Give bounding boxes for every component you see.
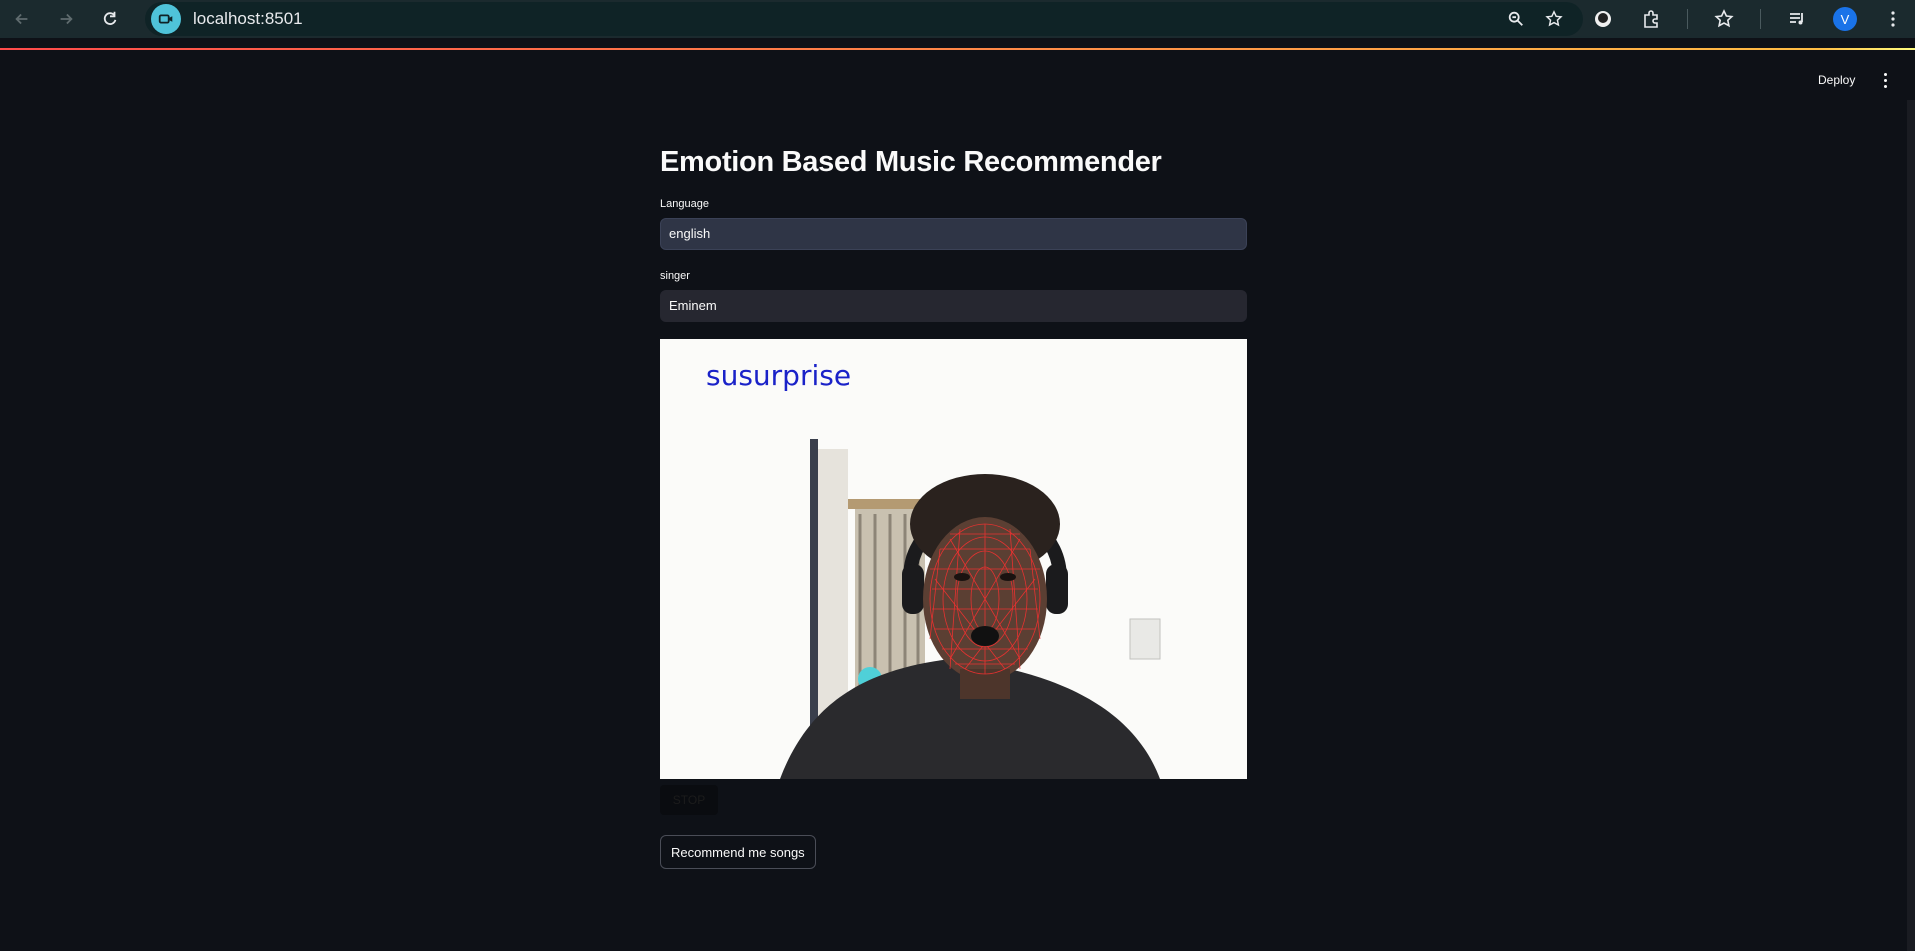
language-input[interactable]: english [660,218,1247,250]
toolbar-divider [1760,9,1761,29]
bookmark-star-icon[interactable] [1543,8,1565,30]
singer-label: singer [660,270,690,282]
webcam-frame-image [660,339,1247,779]
url-text: localhost:8501 [193,9,303,28]
reload-icon [103,11,117,25]
address-bar[interactable]: localhost:8501 [145,2,1583,36]
language-label: Language [660,198,709,210]
browser-extensions: V [1591,0,1915,38]
header-decoration [0,48,1915,50]
main-menu-icon[interactable] [1878,70,1892,90]
camera-icon [151,4,181,34]
scrollbar[interactable] [1907,100,1915,951]
media-queue-icon[interactable] [1785,7,1809,31]
webcam-stream: susurprise [660,339,1247,779]
emotion-overlay-text: susurprise [706,359,852,392]
browser-menu-icon[interactable] [1881,7,1905,31]
main-container: Emotion Based Music Recommender Language… [660,140,1247,322]
back-button[interactable] [6,3,38,35]
reload-button[interactable] [94,3,126,35]
puzzle-icon[interactable] [1639,7,1663,31]
arrow-right-icon [60,13,73,25]
arrow-left-icon [15,13,28,25]
singer-input[interactable]: Eminem [660,290,1247,322]
stop-button[interactable]: STOP [660,785,718,815]
page-title: Emotion Based Music Recommender [660,146,1162,178]
favorites-icon[interactable] [1712,7,1736,31]
recommend-songs-button[interactable]: Recommend me songs [660,835,816,869]
forward-button[interactable] [50,3,82,35]
deploy-button[interactable]: Deploy [1818,70,1855,90]
toolbar-divider [1687,9,1688,29]
zoom-icon[interactable] [1505,8,1527,30]
extension-avatar-icon[interactable] [1591,7,1615,31]
profile-avatar[interactable]: V [1833,7,1857,31]
